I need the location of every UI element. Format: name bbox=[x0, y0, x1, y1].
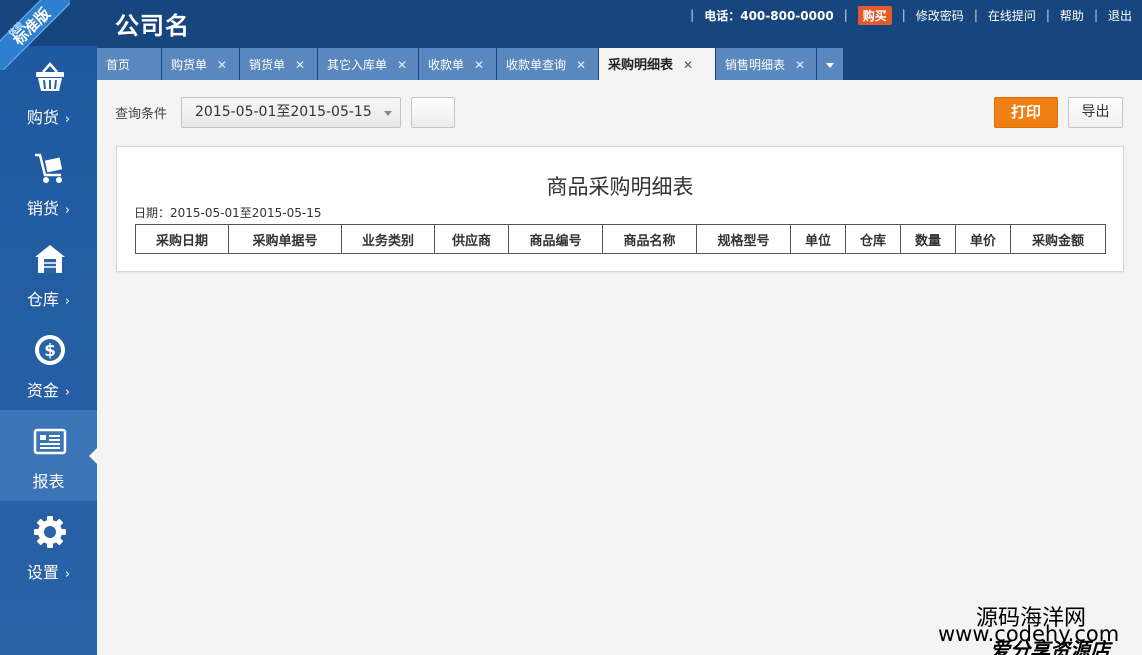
close-icon[interactable]: ✕ bbox=[683, 58, 693, 72]
close-icon[interactable]: ✕ bbox=[295, 58, 305, 72]
column-header: 仓库 bbox=[845, 224, 901, 254]
tab-label: 首页 bbox=[106, 58, 131, 72]
svg-text:$: $ bbox=[44, 341, 56, 361]
change-password-link[interactable]: 修改密码 bbox=[916, 7, 964, 24]
divider: | bbox=[1045, 8, 1050, 22]
query-button[interactable] bbox=[411, 97, 455, 128]
sidebar-label-text: 设置 bbox=[26, 563, 59, 582]
date-range-value: 2015-05-01至2015-05-15 bbox=[195, 104, 372, 120]
tab-label: 采购明细表 bbox=[608, 58, 674, 73]
tab-label: 收款单查询 bbox=[506, 58, 567, 72]
chevron-right-icon: › bbox=[64, 203, 71, 218]
close-icon[interactable]: ✕ bbox=[795, 58, 805, 72]
column-header: 数量 bbox=[900, 224, 956, 254]
watermark-line3: 爱分享资源店 bbox=[990, 638, 1110, 655]
divider: | bbox=[690, 8, 695, 22]
top-links: | 电话：400-800-0000 | 购买 | 修改密码 | 在线提问 | 帮… bbox=[680, 0, 1132, 30]
sidebar-item-funds[interactable]: $ 资金 › bbox=[0, 319, 97, 410]
sidebar-item-settings[interactable]: 设置 › bbox=[0, 501, 97, 592]
divider: | bbox=[843, 8, 848, 22]
report-table: 采购日期 采购单据号 业务类别 供应商 商品编号 商品名称 规格型号 单位 仓库… bbox=[135, 224, 1106, 254]
column-header: 单价 bbox=[955, 224, 1011, 254]
chevron-down-icon bbox=[384, 111, 392, 116]
sidebar-label-text: 报表 bbox=[32, 472, 65, 491]
phone-number: 电话：400-800-0000 bbox=[704, 8, 834, 23]
sidebar-label-text: 购货 bbox=[26, 108, 59, 127]
sidebar-label: 仓库 › bbox=[0, 286, 97, 310]
caret-down-icon bbox=[826, 63, 834, 68]
chevron-right-icon: › bbox=[64, 294, 71, 309]
logout-link[interactable]: 退出 bbox=[1108, 7, 1132, 24]
tab-label: 收款单 bbox=[428, 58, 465, 72]
sidebar-label-text: 销货 bbox=[26, 199, 59, 218]
chevron-right-icon: › bbox=[64, 385, 71, 400]
query-condition-label: 查询条件 bbox=[115, 107, 168, 122]
sidebar-label: 资金 › bbox=[0, 377, 97, 401]
sidebar-item-sales[interactable]: 销货 › bbox=[0, 137, 97, 228]
sidebar-label-text: 资金 bbox=[26, 381, 59, 400]
tab-label: 其它入库单 bbox=[327, 58, 388, 72]
tab-receipt-query[interactable]: 收款单查询 ✕ bbox=[497, 48, 598, 80]
sidebar: 购货 › 销货 › 仓库 › $ 资金 › 报表 设置 › bbox=[0, 46, 97, 655]
sidebar-label: 购货 › bbox=[0, 104, 97, 128]
close-icon[interactable]: ✕ bbox=[217, 58, 227, 72]
company-name: 公司名 bbox=[115, 12, 190, 40]
gear-icon bbox=[34, 516, 66, 548]
date-range-select[interactable]: 2015-05-01至2015-05-15 bbox=[181, 97, 401, 128]
tab-receipt[interactable]: 收款单 ✕ bbox=[419, 48, 496, 80]
report-date: 日期：2015-05-01至2015-05-15 bbox=[134, 206, 322, 220]
sidebar-item-warehouse[interactable]: 仓库 › bbox=[0, 228, 97, 319]
tab-label: 销货单 bbox=[249, 58, 286, 72]
column-header: 商品编号 bbox=[508, 224, 603, 254]
report-panel: 商品采购明细表 日期：2015-05-01至2015-05-15 采购日期 采购… bbox=[116, 146, 1124, 272]
tab-more-button[interactable] bbox=[817, 48, 843, 80]
column-header: 商品名称 bbox=[602, 224, 697, 254]
report-icon bbox=[33, 428, 67, 455]
tab-sales-detail[interactable]: 销售明细表 ✕ bbox=[716, 48, 816, 80]
column-header: 采购金额 bbox=[1010, 224, 1106, 254]
column-header: 采购单据号 bbox=[228, 224, 342, 254]
close-icon[interactable]: ✕ bbox=[576, 58, 586, 72]
top-header: 公司名 | 电话：400-800-0000 | 购买 | 修改密码 | 在线提问… bbox=[0, 0, 1142, 46]
close-icon[interactable]: ✕ bbox=[397, 58, 407, 72]
sidebar-label: 销货 › bbox=[0, 195, 97, 219]
edition-ribbon: 体验 标准版 bbox=[0, 0, 70, 70]
column-header: 采购日期 bbox=[135, 224, 229, 254]
chevron-right-icon: › bbox=[64, 112, 71, 127]
help-link[interactable]: 帮助 bbox=[1060, 7, 1084, 24]
print-button[interactable]: 打印 bbox=[994, 97, 1058, 128]
tab-other-inbound[interactable]: 其它入库单 ✕ bbox=[318, 48, 418, 80]
sidebar-label-text: 仓库 bbox=[26, 290, 59, 309]
edition-badge: 体验 标准版 bbox=[0, 0, 70, 70]
sidebar-label: 设置 › bbox=[0, 559, 97, 583]
column-header: 供应商 bbox=[434, 224, 509, 254]
close-icon[interactable]: ✕ bbox=[474, 58, 484, 72]
chevron-right-icon: › bbox=[64, 567, 71, 582]
column-header: 规格型号 bbox=[696, 224, 791, 254]
divider: | bbox=[973, 8, 978, 22]
column-header: 单位 bbox=[790, 224, 846, 254]
column-header: 业务类别 bbox=[341, 224, 435, 254]
tab-label: 购货单 bbox=[171, 58, 208, 72]
export-button[interactable]: 导出 bbox=[1068, 97, 1123, 128]
cart-icon bbox=[35, 153, 63, 183]
sidebar-label: 报表 bbox=[0, 468, 97, 492]
table-header-row: 采购日期 采购单据号 业务类别 供应商 商品编号 商品名称 规格型号 单位 仓库… bbox=[135, 224, 1106, 254]
tab-sales-order[interactable]: 销货单 ✕ bbox=[240, 48, 317, 80]
dollar-coin-icon: $ bbox=[35, 335, 65, 365]
tab-list: 首页 购货单 ✕ 销货单 ✕ 其它入库单 ✕ 收款单 ✕ 收款单查询 ✕ 采购明细表 ✕ 销… bbox=[97, 48, 844, 80]
tab-purchase-detail[interactable]: 采购明细表 ✕ bbox=[599, 48, 715, 80]
sidebar-item-reports[interactable]: 报表 bbox=[0, 410, 97, 501]
warehouse-icon bbox=[35, 245, 65, 273]
report-title: 商品采购明细表 bbox=[546, 175, 694, 199]
divider: | bbox=[901, 8, 906, 22]
divider: | bbox=[1093, 8, 1098, 22]
online-question-link[interactable]: 在线提问 bbox=[988, 7, 1036, 24]
buy-button[interactable]: 购买 bbox=[857, 5, 892, 25]
tab-purchase-order[interactable]: 购货单 ✕ bbox=[162, 48, 239, 80]
tab-label: 销售明细表 bbox=[725, 58, 786, 72]
tab-home[interactable]: 首页 bbox=[97, 48, 161, 80]
tab-bar: 首页 购货单 ✕ 销货单 ✕ 其它入库单 ✕ 收款单 ✕ 收款单查询 ✕ 采购明细表 ✕ 销… bbox=[97, 46, 1142, 80]
